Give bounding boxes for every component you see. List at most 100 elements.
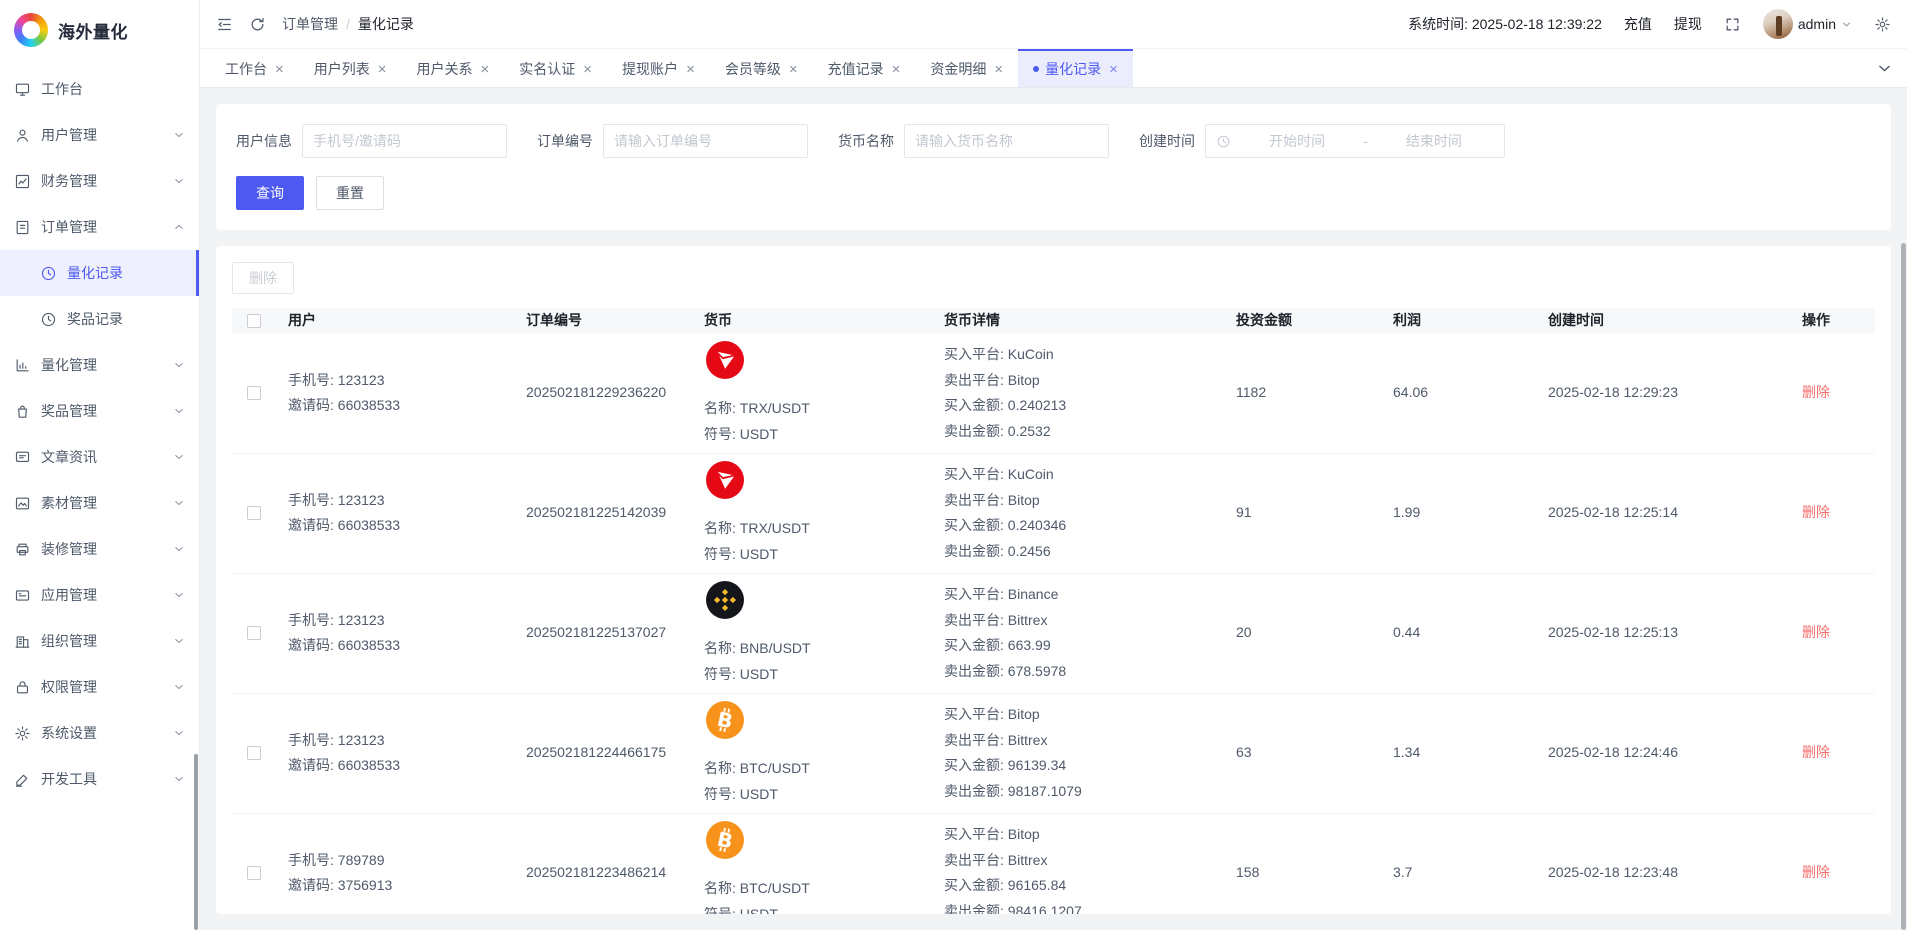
select-all-checkbox[interactable]: [247, 314, 261, 328]
menu-fold-icon[interactable]: [216, 16, 233, 33]
chevron-up-icon: [173, 221, 185, 233]
sell-platform-line: 卖出平台: Bitop: [944, 368, 1224, 394]
close-icon[interactable]: ×: [275, 62, 284, 77]
order-no-cell: 202502181223486214: [526, 860, 704, 886]
sidebar-subitem-量化记录[interactable]: 量化记录: [0, 250, 199, 296]
column-header: 货币: [704, 308, 944, 334]
user-cell: 手机号: 123123 邀请码: 66038533: [288, 728, 526, 780]
bnb-coin-icon: [706, 581, 744, 619]
avatar[interactable]: [1763, 9, 1793, 39]
clock-icon: [1216, 134, 1231, 149]
coin-cell: 名称: TRX/USDT 符号: USDT: [704, 459, 944, 568]
decorate-icon: [14, 541, 31, 558]
sidebar-item-order[interactable]: 订单管理: [0, 204, 199, 250]
sell-amount-line: 卖出金额: 98416.1207: [944, 899, 1224, 914]
chevron-down-icon: [173, 359, 185, 371]
close-icon[interactable]: ×: [994, 62, 1003, 77]
invite-code-line: 邀请码: 66038533: [288, 633, 514, 659]
phone-line: 手机号: 789789: [288, 848, 514, 874]
page-scrollbar-thumb[interactable]: [1901, 243, 1906, 930]
tab-list-chevron-down-icon[interactable]: [1862, 49, 1907, 87]
date-range-picker[interactable]: 开始时间 - 结束时间: [1205, 124, 1505, 158]
invite-code-line: 邀请码: 66038533: [288, 513, 514, 539]
row-checkbox[interactable]: [247, 746, 261, 760]
org-icon: [14, 633, 31, 650]
order-no-input[interactable]: [603, 124, 808, 158]
sidebar-item-org[interactable]: 组织管理: [0, 618, 199, 664]
sidebar-item-lock[interactable]: 权限管理: [0, 664, 199, 710]
chevron-down-icon: [173, 405, 185, 417]
profit-cell: 0.44: [1393, 620, 1548, 646]
tab-工作台[interactable]: 工作台 ×: [210, 49, 299, 87]
delete-row-link[interactable]: 删除: [1802, 504, 1830, 520]
sidebar-item-prize[interactable]: 奖品管理: [0, 388, 199, 434]
invite-code-line: 邀请码: 3756913: [288, 873, 514, 899]
coin-name-input[interactable]: [904, 124, 1109, 158]
sidebar-menu: 工作台 用户管理 财务管理 订单管理 量化记录 奖品记录 量化管理 奖品管理 文…: [0, 60, 199, 930]
delete-row-link[interactable]: 删除: [1802, 744, 1830, 760]
row-checkbox[interactable]: [247, 866, 261, 880]
sidebar-item-monitor[interactable]: 工作台: [0, 66, 199, 112]
main-area: 订单管理 / 量化记录 系统时间: 2025-02-18 12:39:22 充值…: [200, 0, 1907, 930]
close-icon[interactable]: ×: [892, 62, 901, 77]
delete-row-link[interactable]: 删除: [1802, 864, 1830, 880]
end-time-placeholder[interactable]: 结束时间: [1374, 131, 1494, 151]
filter-user: 用户信息: [236, 124, 507, 158]
coin-name-line: 名称: TRX/USDT: [704, 396, 932, 422]
fullscreen-icon[interactable]: [1724, 16, 1741, 33]
clock-icon: [40, 265, 57, 282]
sidebar-item-quant[interactable]: 量化管理: [0, 342, 199, 388]
delete-row-link[interactable]: 删除: [1802, 624, 1830, 640]
tab-用户列表[interactable]: 用户列表 ×: [299, 49, 402, 87]
tab-实名认证[interactable]: 实名认证 ×: [504, 49, 607, 87]
table-header: 用户订单编号货币货币详情投资金额利润创建时间操作: [232, 308, 1875, 334]
coin-detail-cell: 买入平台: Binance 卖出平台: Bittrex 买入金额: 663.99…: [944, 582, 1236, 686]
tab-用户关系[interactable]: 用户关系 ×: [402, 49, 505, 87]
reset-button[interactable]: 重置: [316, 176, 384, 210]
buy-amount-line: 买入金额: 0.240346: [944, 513, 1224, 539]
refresh-icon[interactable]: [249, 16, 266, 33]
close-icon[interactable]: ×: [583, 62, 592, 77]
close-icon[interactable]: ×: [686, 62, 695, 77]
user-info-input[interactable]: [302, 124, 507, 158]
tab-量化记录[interactable]: 量化记录 ×: [1018, 49, 1133, 87]
gear-icon[interactable]: [1874, 16, 1891, 33]
close-icon[interactable]: ×: [1109, 62, 1118, 77]
tab-会员等级[interactable]: 会员等级 ×: [710, 49, 813, 87]
sidebar-item-gear[interactable]: 系统设置: [0, 710, 199, 756]
sidebar-item-decorate[interactable]: 装修管理: [0, 526, 199, 572]
sidebar-item-article[interactable]: 文章资讯: [0, 434, 199, 480]
btc-coin-icon: B: [706, 701, 744, 739]
sidebar-item-pen[interactable]: 开发工具: [0, 756, 199, 802]
tab-充值记录[interactable]: 充值记录 ×: [813, 49, 916, 87]
row-checkbox[interactable]: [247, 386, 261, 400]
withdraw-link[interactable]: 提现: [1674, 14, 1702, 34]
delete-row-link[interactable]: 删除: [1802, 384, 1830, 400]
sidebar-subitem-奖品记录[interactable]: 奖品记录: [0, 296, 199, 342]
user-menu[interactable]: admin: [1763, 9, 1852, 39]
lock-icon: [14, 679, 31, 696]
range-separator: -: [1363, 133, 1368, 149]
breadcrumb-order-management[interactable]: 订单管理: [282, 14, 338, 34]
sidebar-scrollbar-thumb[interactable]: [194, 754, 198, 930]
sidebar-item-finance[interactable]: 财务管理: [0, 158, 199, 204]
row-checkbox[interactable]: [247, 506, 261, 520]
close-icon[interactable]: ×: [481, 62, 490, 77]
table-panel: 删除 用户订单编号货币货币详情投资金额利润创建时间操作 手机号: 123123 …: [216, 246, 1891, 914]
tab-提现账户[interactable]: 提现账户 ×: [607, 49, 710, 87]
row-checkbox[interactable]: [247, 626, 261, 640]
bulk-delete-button[interactable]: 删除: [232, 262, 294, 294]
recharge-link[interactable]: 充值: [1624, 14, 1652, 34]
sidebar-item-app[interactable]: 应用管理: [0, 572, 199, 618]
search-button[interactable]: 查询: [236, 176, 304, 210]
phone-line: 手机号: 123123: [288, 728, 514, 754]
coin-name-line: 名称: BTC/USDT: [704, 756, 932, 782]
buy-platform-line: 买入平台: Binance: [944, 582, 1224, 608]
close-icon[interactable]: ×: [789, 62, 798, 77]
tab-资金明细[interactable]: 资金明细 ×: [915, 49, 1018, 87]
chevron-down-icon: [173, 589, 185, 601]
sidebar-item-user[interactable]: 用户管理: [0, 112, 199, 158]
sidebar-item-material[interactable]: 素材管理: [0, 480, 199, 526]
close-icon[interactable]: ×: [378, 62, 387, 77]
start-time-placeholder[interactable]: 开始时间: [1237, 131, 1357, 151]
